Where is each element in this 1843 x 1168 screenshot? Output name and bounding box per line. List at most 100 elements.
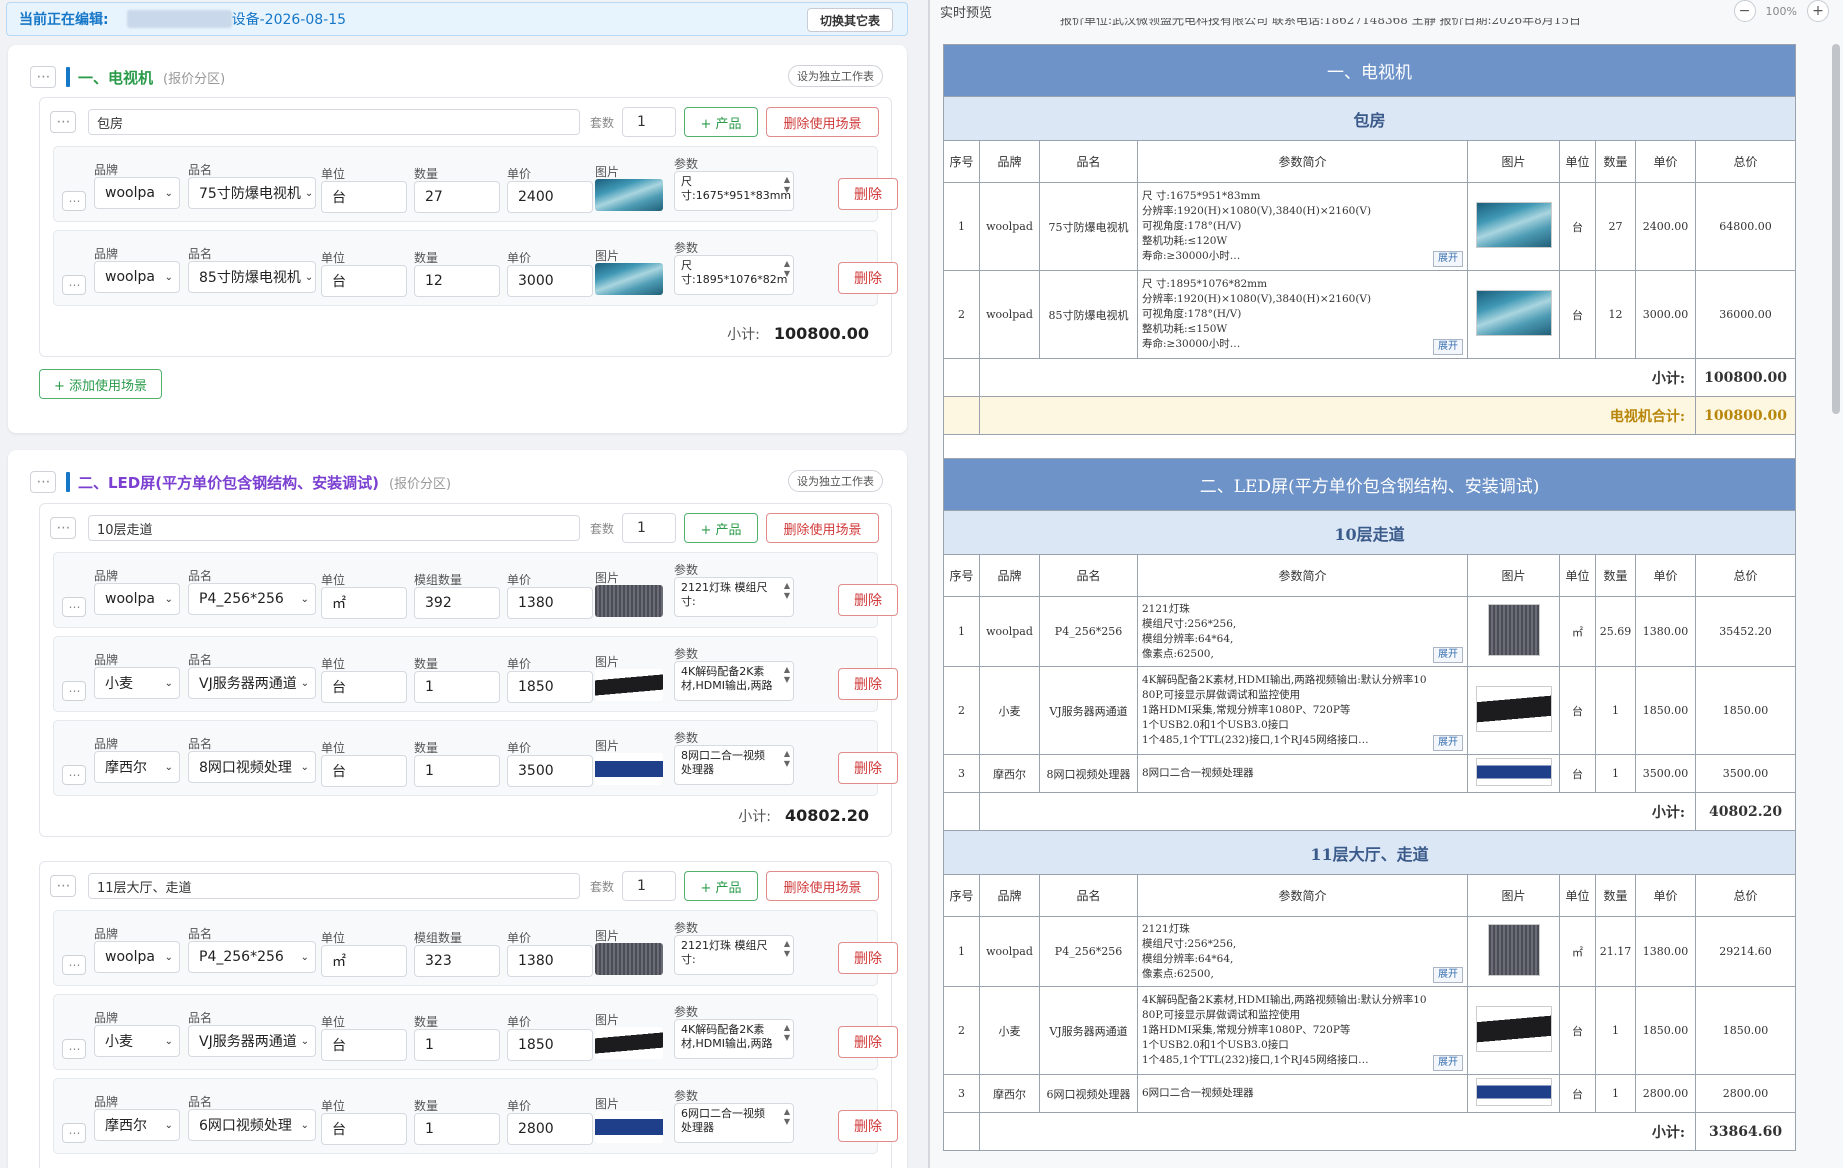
qty-input[interactable]: 1 (414, 1113, 500, 1145)
spinner-icon[interactable]: ▲ ▼ (784, 665, 790, 685)
delete-row-button[interactable]: 删除 (838, 942, 898, 974)
unit-input[interactable]: 台 (321, 671, 407, 703)
param-textarea[interactable]: 8网口二合一视频处理器 ▲ ▼ (674, 745, 794, 785)
price-input[interactable]: 3500 (507, 755, 593, 787)
spinner-icon[interactable]: ▲ ▼ (784, 175, 790, 195)
spinner-icon[interactable]: ▲ ▼ (784, 259, 790, 279)
delete-row-button[interactable]: 删除 (838, 752, 898, 784)
sets-input[interactable]: 1 (622, 513, 677, 543)
led-module-image[interactable] (595, 943, 663, 975)
param-textarea[interactable]: 尺 寸:1895*1076*82m ▲ ▼ (674, 255, 794, 295)
add-product-button[interactable]: + 产品 (684, 107, 759, 137)
param-textarea[interactable]: 4K解码配备2K素材,HDMI输出,两路 ▲ ▼ (674, 661, 794, 701)
switch-sheet-button[interactable]: 切换其它表 (806, 8, 893, 32)
expand-button[interactable]: 展开 (1433, 1055, 1463, 1071)
delete-scene-button[interactable]: 删除使用场景 (766, 513, 880, 543)
unit-input[interactable]: 台 (321, 181, 407, 213)
spinner-icon[interactable]: ▲ ▼ (784, 581, 790, 601)
qty-input[interactable]: 1 (414, 755, 500, 787)
product-select[interactable]: VJ服务器两通道 ⌄ (188, 1025, 316, 1057)
unit-input[interactable]: 台 (321, 1029, 407, 1061)
delete-row-button[interactable]: 删除 (838, 668, 898, 700)
set-independent-button[interactable]: 设为独立工作表 (788, 65, 883, 87)
qty-input[interactable]: 27 (414, 181, 500, 213)
price-input[interactable]: 1380 (507, 945, 593, 977)
spinner-icon[interactable]: ▲ ▼ (784, 1107, 790, 1127)
brand-select[interactable]: 小麦 ⌄ (94, 667, 180, 699)
tv-ocean-image[interactable] (595, 263, 663, 295)
section-more-button[interactable]: ⋯ (30, 471, 56, 493)
scene-name-input[interactable]: 11层大厅、走道 (88, 873, 580, 899)
scene-name-input[interactable]: 10层走道 (88, 515, 580, 541)
brand-select[interactable]: 摩西尔 ⌄ (94, 1109, 180, 1141)
zoom-in-icon[interactable]: + (1807, 0, 1829, 22)
price-input[interactable]: 3000 (507, 265, 593, 297)
price-input[interactable]: 1850 (507, 671, 593, 703)
param-textarea[interactable]: 4K解码配备2K素材,HDMI输出,两路 ▲ ▼ (674, 1019, 794, 1059)
row-more-button[interactable]: ⋯ (62, 955, 86, 975)
row-more-button[interactable]: ⋯ (62, 275, 86, 295)
brand-select[interactable]: woolpa ⌄ (94, 941, 180, 973)
price-input[interactable]: 2800 (507, 1113, 593, 1145)
product-select[interactable]: P4_256*256 ⌄ (188, 583, 316, 615)
spinner-icon[interactable]: ▲ ▼ (784, 939, 790, 959)
processor-image[interactable] (595, 753, 663, 785)
qty-input[interactable]: 1 (414, 671, 500, 703)
unit-input[interactable]: 台 (321, 265, 407, 297)
spinner-icon[interactable]: ▲ ▼ (784, 749, 790, 769)
delete-scene-button[interactable]: 删除使用场景 (766, 871, 880, 901)
add-product-button[interactable]: + 产品 (684, 871, 759, 901)
sets-input[interactable]: 1 (622, 871, 677, 901)
price-input[interactable]: 1850 (507, 1029, 593, 1061)
led-module-image[interactable] (595, 585, 663, 617)
qty-input[interactable]: 392 (414, 587, 500, 619)
sets-input[interactable]: 1 (622, 107, 677, 137)
expand-button[interactable]: 展开 (1433, 339, 1463, 355)
param-textarea[interactable]: 6网口二合一视频处理器 ▲ ▼ (674, 1103, 794, 1143)
qty-input[interactable]: 12 (414, 265, 500, 297)
delete-row-button[interactable]: 删除 (838, 1110, 898, 1142)
row-more-button[interactable]: ⋯ (62, 597, 86, 617)
preview-scrollbar[interactable] (1832, 44, 1840, 414)
expand-button[interactable]: 展开 (1433, 251, 1463, 267)
price-input[interactable]: 2400 (507, 181, 593, 213)
row-more-button[interactable]: ⋯ (62, 1039, 86, 1059)
expand-button[interactable]: 展开 (1433, 735, 1463, 751)
unit-input[interactable]: 台 (321, 755, 407, 787)
server-image[interactable] (595, 669, 663, 701)
param-textarea[interactable]: 2121灯珠 模组尺寸: ▲ ▼ (674, 577, 794, 617)
product-select[interactable]: 85寸防爆电视机 ⌄ (188, 261, 316, 293)
server-image[interactable] (595, 1027, 663, 1059)
tv-ocean-image[interactable] (595, 179, 663, 211)
product-select[interactable]: 75寸防爆电视机 ⌄ (188, 177, 316, 209)
qty-input[interactable]: 1 (414, 1029, 500, 1061)
expand-button[interactable]: 展开 (1433, 967, 1463, 983)
delete-row-button[interactable]: 删除 (838, 178, 898, 210)
delete-scene-button[interactable]: 删除使用场景 (766, 107, 880, 137)
scene-name-input[interactable]: 包房 (88, 109, 580, 135)
row-more-button[interactable]: ⋯ (62, 1123, 86, 1143)
spinner-icon[interactable]: ▲ ▼ (784, 1023, 790, 1043)
unit-input[interactable]: ㎡ (321, 945, 407, 977)
delete-row-button[interactable]: 删除 (838, 1026, 898, 1058)
param-textarea[interactable]: 2121灯珠 模组尺寸: ▲ ▼ (674, 935, 794, 975)
brand-select[interactable]: woolpa ⌄ (94, 583, 180, 615)
brand-select[interactable]: 摩西尔 ⌄ (94, 751, 180, 783)
brand-select[interactable]: woolpa ⌄ (94, 177, 180, 209)
product-select[interactable]: P4_256*256 ⌄ (188, 941, 316, 973)
qty-input[interactable]: 323 (414, 945, 500, 977)
scene-more-button[interactable]: ⋯ (50, 517, 76, 539)
add-scene-button[interactable]: + 添加使用场景 (39, 369, 163, 399)
section-more-button[interactable]: ⋯ (30, 66, 56, 88)
product-select[interactable]: VJ服务器两通道 ⌄ (188, 667, 316, 699)
unit-input[interactable]: ㎡ (321, 587, 407, 619)
brand-select[interactable]: woolpa ⌄ (94, 261, 180, 293)
brand-select[interactable]: 小麦 ⌄ (94, 1025, 180, 1057)
set-independent-button[interactable]: 设为独立工作表 (788, 470, 883, 492)
row-more-button[interactable]: ⋯ (62, 681, 86, 701)
processor-image[interactable] (595, 1111, 663, 1143)
delete-row-button[interactable]: 删除 (838, 584, 898, 616)
unit-input[interactable]: 台 (321, 1113, 407, 1145)
param-textarea[interactable]: 尺 寸:1675*951*83mm ▲ ▼ (674, 171, 794, 211)
product-select[interactable]: 6网口视频处理 ⌄ (188, 1109, 316, 1141)
